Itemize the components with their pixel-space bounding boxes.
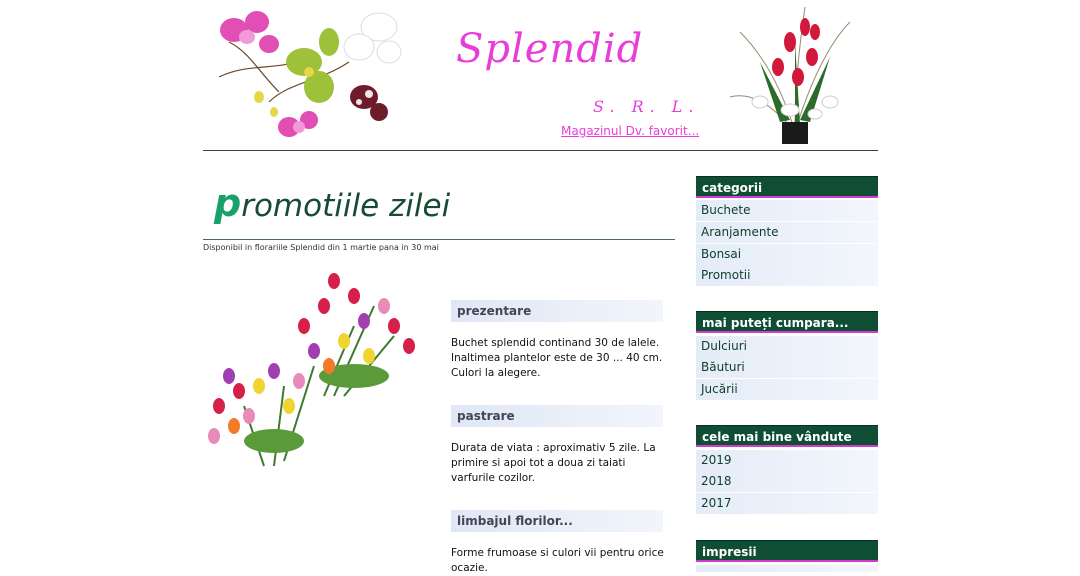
sidebar-item-2019[interactable]: 2019 (696, 450, 878, 471)
availability-note: Disponibil in florariile Splendid din 1 … (203, 243, 439, 252)
site-header: Splendid S. R. L. Magazinul Dv. favorit.… (203, 0, 878, 151)
sidebar-item-impressions-cutoff[interactable] (696, 565, 878, 572)
sidebar-item-promotii[interactable]: Promotii (696, 265, 878, 286)
page-title-rest: romotiile zilei (241, 188, 451, 224)
section-heading-flower-language: limbajul florilor... (451, 510, 663, 532)
sidebar-item-buchete[interactable]: Buchete (696, 200, 878, 221)
sidebar-item-aranjamente[interactable]: Aranjamente (696, 222, 878, 243)
orchids-image (218, 11, 402, 137)
sidebar-item-2018[interactable]: 2018 (696, 471, 878, 492)
section-heading-care: pastrare (451, 405, 663, 427)
sidebar-item-bauturi[interactable]: Băuturi (696, 357, 878, 378)
sidebar-item-dulciuri[interactable]: Dulciuri (696, 336, 878, 357)
sidebar-heading-impressions: impresii (696, 540, 878, 562)
page: Splendid S. R. L. Magazinul Dv. favorit.… (0, 0, 1080, 574)
section-text-presentation: Buchet splendid continand 30 de lalele. … (451, 337, 663, 379)
page-title: promotiile zilei (214, 181, 450, 225)
section-text-care: Durata de viata : aproximativ 5 zile. La… (451, 442, 656, 484)
company-suffix: S. R. L. (593, 97, 700, 116)
page-title-initial: p (214, 181, 242, 225)
title-divider (203, 239, 675, 240)
sidebar-item-bonsai[interactable]: Bonsai (696, 244, 878, 265)
sidebar-heading-categories: categorii (696, 176, 878, 198)
sidebar-item-2017[interactable]: 2017 (696, 493, 878, 514)
tagline-link[interactable]: Magazinul Dv. favorit... (561, 124, 699, 138)
brand-logo-text: Splendid (456, 26, 644, 72)
sidebar-heading-more: mai puteți cumpara... (696, 311, 878, 333)
sidebar-heading-best-sellers: cele mai bine vândute (696, 425, 878, 447)
sidebar-item-jucarii[interactable]: Jucării (696, 379, 878, 400)
section-heading-presentation: prezentare (451, 300, 663, 322)
bouquet-image (729, 6, 851, 144)
tulips-bouquet-image (208, 273, 415, 467)
